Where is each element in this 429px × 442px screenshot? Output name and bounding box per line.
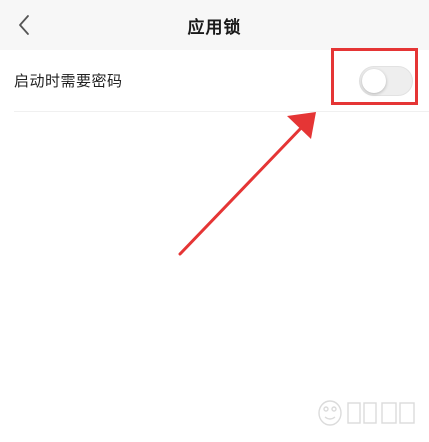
app-lock-screen: 应用锁 启动时需要密码 — [0, 0, 429, 442]
setting-row-require-password: 启动时需要密码 — [0, 50, 429, 112]
navigation-bar: 应用锁 — [0, 0, 429, 50]
setting-label: 启动时需要密码 — [14, 72, 123, 90]
watermark-logo — [318, 400, 415, 426]
require-password-toggle[interactable] — [359, 66, 413, 96]
page-title: 应用锁 — [187, 18, 242, 38]
row-divider — [14, 111, 429, 112]
toggle-knob — [362, 69, 386, 93]
